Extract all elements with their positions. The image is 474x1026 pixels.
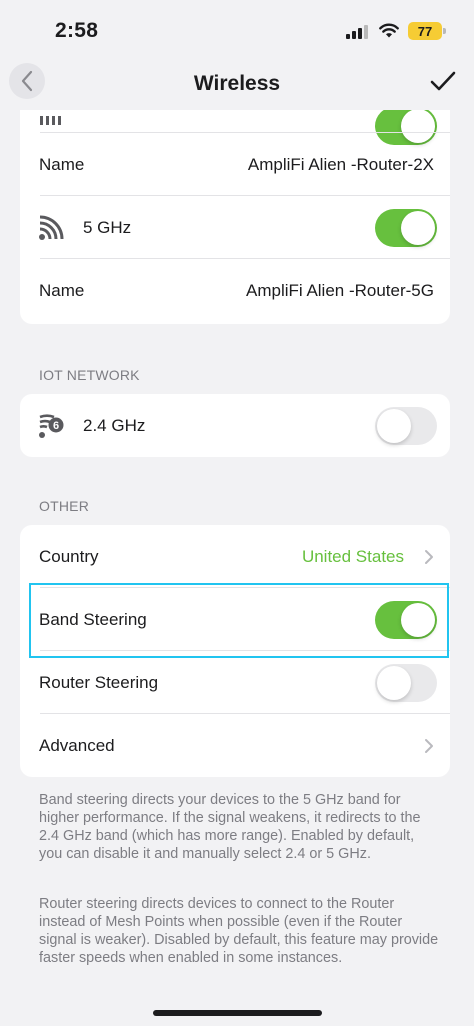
row-country[interactable]: Country United States xyxy=(20,525,450,588)
wifi-signal-icon xyxy=(40,116,61,125)
row-advanced[interactable]: Advanced xyxy=(20,714,450,777)
name-5g-label: Name xyxy=(39,280,85,300)
router-steering-label: Router Steering xyxy=(39,672,159,692)
iot-section-header: IOT NETWORK xyxy=(39,367,140,383)
wifi-6-icon: 6 xyxy=(39,413,64,438)
name-5g-value: AmpliFi Alien -Router-5G xyxy=(245,280,434,300)
band-steering-highlight xyxy=(29,583,449,658)
scroll-content[interactable]: Name AmpliFi Alien -Router-2X 5 GHz Name… xyxy=(0,110,474,1026)
iot-band-toggle[interactable] xyxy=(375,406,437,445)
status-time: 2:58 xyxy=(55,19,99,42)
router-steering-toggle[interactable] xyxy=(375,663,437,702)
row-iot-band: 6 2.4 GHz xyxy=(20,394,450,457)
battery-indicator: 77 xyxy=(408,22,442,40)
chevron-right-icon xyxy=(425,738,433,753)
country-value: United States xyxy=(301,546,404,566)
home-indicator xyxy=(153,1010,322,1016)
advanced-label: Advanced xyxy=(39,735,115,755)
row-band-2g xyxy=(20,110,450,145)
iot-card: 6 2.4 GHz xyxy=(20,394,450,457)
router-steering-note: Router steering directs devices to conne… xyxy=(39,896,439,966)
cellular-signal-icon xyxy=(346,25,370,39)
other-section-header: OTHER xyxy=(39,498,89,514)
svg-text:6: 6 xyxy=(53,420,59,432)
status-bar: 2:58 77 xyxy=(0,0,474,60)
band-5g-toggle[interactable] xyxy=(375,208,437,247)
battery-tip xyxy=(443,28,446,34)
wireless-card: Name AmpliFi Alien -Router-2X 5 GHz Name… xyxy=(20,110,450,324)
band-steering-note: Band steering directs your devices to th… xyxy=(39,792,421,862)
navigation-bar: Wireless xyxy=(0,60,474,110)
wifi-icon xyxy=(379,23,399,38)
checkmark-icon[interactable] xyxy=(430,70,456,92)
iot-band-label: 2.4 GHz xyxy=(83,415,146,435)
band-5g-label: 5 GHz xyxy=(83,217,132,237)
row-band-5g: 5 GHz xyxy=(20,196,450,259)
row-name-5g[interactable]: Name AmpliFi Alien -Router-5G xyxy=(20,259,450,322)
name-2g-value: AmpliFi Alien -Router-2X xyxy=(247,154,434,174)
wifi-signal-icon xyxy=(39,215,64,240)
row-router-steering: Router Steering xyxy=(20,651,450,714)
row-name-2g[interactable]: Name AmpliFi Alien -Router-2X xyxy=(20,133,450,196)
chevron-right-icon xyxy=(425,549,433,564)
name-2g-label: Name xyxy=(39,154,85,174)
page-title: Wireless xyxy=(193,72,281,95)
country-label: Country xyxy=(39,546,99,566)
